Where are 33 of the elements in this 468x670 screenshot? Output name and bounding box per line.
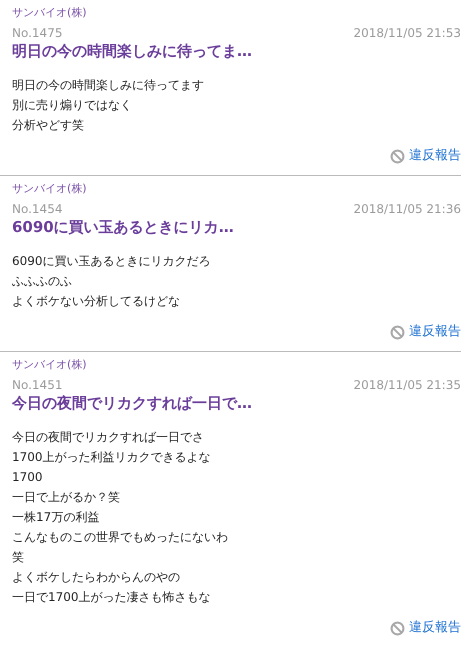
- author-link[interactable]: サンバイオ(株): [12, 357, 461, 373]
- author-link[interactable]: サンバイオ(株): [12, 5, 461, 21]
- post-body-line: よくボケしたらわからんのやの: [12, 569, 181, 586]
- report-link[interactable]: 違反報告: [390, 147, 461, 165]
- post-title[interactable]: 今日の夜間でリカクすれば一日で…: [12, 393, 461, 413]
- post-datetime: 2018/11/05 21:53: [353, 26, 461, 41]
- prohibited-icon: [390, 148, 405, 164]
- post-body-line: 一株17万の利益: [12, 509, 100, 526]
- post-body-line: 1700: [12, 469, 44, 486]
- post-number: No.1475: [12, 26, 62, 41]
- post-title[interactable]: 明日の今の時間楽しみに待ってま…: [12, 41, 461, 61]
- post-datetime: 2018/11/05 21:35: [353, 378, 461, 393]
- author-link[interactable]: サンバイオ(株): [12, 181, 461, 197]
- post-body-line: 別に売り煽りではなく: [12, 97, 133, 114]
- prohibited-icon: [390, 324, 405, 340]
- post-number: No.1451: [12, 378, 62, 393]
- post-body-line: 明日の今の時間楽しみに待ってます: [12, 77, 205, 94]
- post-body-line: ふふふのふ: [12, 273, 73, 290]
- post-title[interactable]: 6090に買い玉あるときにリカ…: [12, 217, 461, 237]
- post-body-line: 今日の夜間でリカクすれば一日でさ: [12, 429, 205, 446]
- post-body-line: 一日で上がるか？笑: [12, 489, 121, 506]
- post-body-line: 1700上がった利益リカクできるよな: [12, 449, 212, 466]
- post-body-line: よくボケない分析してるけどな: [12, 293, 181, 310]
- report-link[interactable]: 違反報告: [390, 323, 461, 341]
- post-body-line: 笑: [12, 549, 25, 566]
- report-link[interactable]: 違反報告: [390, 619, 461, 637]
- post-body-line: 分析やどす笑: [12, 117, 85, 134]
- prohibited-icon: [390, 620, 405, 636]
- post-body-line: こんなものこの世界でもめったにないわ: [12, 529, 229, 546]
- post-datetime: 2018/11/05 21:36: [353, 202, 461, 217]
- post-body-line: 一日で1700上がった凄さも怖さもな: [12, 589, 212, 606]
- post-number: No.1454: [12, 202, 62, 217]
- post-body-line: 6090に買い玉あるときにリカクだろ: [12, 253, 212, 270]
